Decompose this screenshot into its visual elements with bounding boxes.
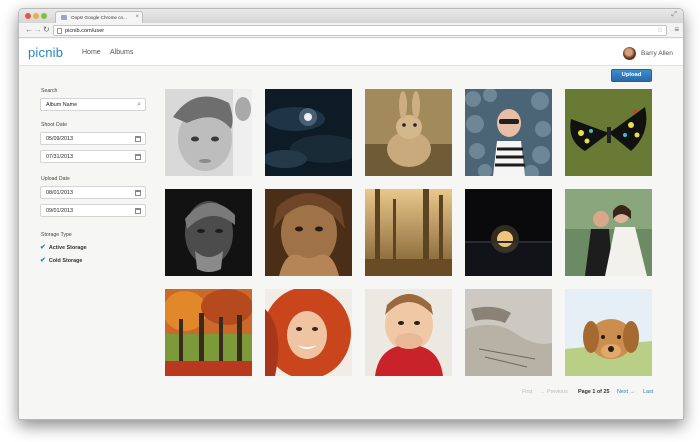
upload-date-to-value: 09/01/2013 bbox=[46, 208, 73, 214]
old-man-image bbox=[165, 189, 252, 276]
child-portrait-image bbox=[165, 89, 252, 176]
wedding-image bbox=[565, 189, 652, 276]
forward-arrow-icon[interactable]: → bbox=[34, 25, 42, 35]
photo-laughing-boy[interactable] bbox=[365, 289, 452, 376]
picnib-logo[interactable]: picnib bbox=[28, 45, 63, 60]
nav-home-link[interactable]: Home bbox=[82, 49, 101, 56]
autumn-trees-image bbox=[165, 289, 252, 376]
fullscreen-icon[interactable]: ⤢ bbox=[671, 11, 677, 19]
photo-old-woman-hands[interactable] bbox=[265, 189, 352, 276]
photo-hand-sketch[interactable] bbox=[465, 289, 552, 376]
active-storage-checkbox[interactable]: ✔ Active Storage bbox=[40, 243, 87, 251]
favicon-icon bbox=[61, 15, 67, 20]
checkmark-icon: ✔ bbox=[40, 244, 46, 251]
photo-red-hair-woman[interactable] bbox=[265, 289, 352, 376]
upload-date-label: Upload Date bbox=[41, 176, 70, 182]
upload-date-from-value: 08/01/2013 bbox=[46, 190, 73, 196]
cold-storage-checkbox[interactable]: ✔ Cold Storage bbox=[40, 256, 82, 264]
page-icon bbox=[57, 28, 62, 34]
photo-moon-lake[interactable] bbox=[465, 189, 552, 276]
storage-type-label: Storage Type bbox=[41, 232, 72, 238]
photo-moon-clouds[interactable] bbox=[265, 89, 352, 176]
browser-tab[interactable]: Oops! Google Chrome co... × bbox=[55, 11, 143, 23]
avatar[interactable] bbox=[623, 47, 636, 60]
photo-puppy[interactable] bbox=[565, 289, 652, 376]
browser-window: Oops! Google Chrome co... × ⤢ ← → ↻ picn… bbox=[18, 8, 684, 420]
calendar-icon[interactable] bbox=[135, 154, 141, 160]
photo-woman-stones[interactable] bbox=[465, 89, 552, 176]
cold-storage-label: Cold Storage bbox=[48, 258, 83, 264]
user-name[interactable]: Barry Allen bbox=[641, 50, 673, 57]
rabbit-image bbox=[365, 89, 452, 176]
laughing-boy-image bbox=[365, 289, 452, 376]
bookmark-star-icon[interactable]: ☆ bbox=[657, 26, 663, 36]
pagination-last[interactable]: Last bbox=[643, 389, 653, 395]
search-value: Album Name bbox=[46, 102, 78, 108]
photo-wedding-couple[interactable] bbox=[565, 189, 652, 276]
calendar-icon[interactable] bbox=[135, 208, 141, 214]
shoot-date-from-value: 05/09/2013 bbox=[46, 136, 73, 142]
browser-menu-icon[interactable]: ≡ bbox=[674, 25, 679, 35]
photo-old-man-bw[interactable] bbox=[165, 189, 252, 276]
close-window-button[interactable] bbox=[25, 13, 31, 19]
calendar-icon[interactable] bbox=[135, 136, 141, 142]
tab-close-icon[interactable]: × bbox=[135, 12, 139, 23]
photo-butterfly[interactable] bbox=[565, 89, 652, 176]
active-storage-label: Active Storage bbox=[48, 245, 87, 251]
search-input[interactable]: Album Name ⌕ bbox=[40, 98, 146, 111]
back-arrow-icon[interactable]: ← bbox=[25, 25, 33, 35]
shoot-date-to-value: 07/31/2013 bbox=[46, 154, 73, 160]
shoot-date-label: Shoot Date bbox=[41, 122, 67, 128]
browser-toolbar: ← → ↻ picnib.com/user ☆ ≡ bbox=[19, 23, 683, 38]
upload-date-to-field[interactable]: 09/01/2013 bbox=[40, 204, 146, 217]
upload-date-from-field[interactable]: 08/01/2013 bbox=[40, 186, 146, 199]
title-bar: Oops! Google Chrome co... × ⤢ bbox=[19, 9, 683, 23]
pagination-previous[interactable]: ← Previous bbox=[540, 389, 568, 395]
woman-stones-image bbox=[465, 89, 552, 176]
pagination-page-info: Page 1 of 25 bbox=[578, 389, 610, 395]
moon-clouds-image bbox=[265, 89, 352, 176]
zoom-window-button[interactable] bbox=[41, 13, 47, 19]
hand-sketch-image bbox=[465, 289, 552, 376]
search-label: Search bbox=[41, 88, 58, 94]
shoot-date-from-field[interactable]: 05/09/2013 bbox=[40, 132, 146, 145]
puppy-image bbox=[565, 289, 652, 376]
search-icon[interactable]: ⌕ bbox=[137, 99, 141, 111]
shoot-date-to-field[interactable]: 07/31/2013 bbox=[40, 150, 146, 163]
photo-foggy-forest[interactable] bbox=[365, 189, 452, 276]
butterfly-image bbox=[565, 89, 652, 176]
old-woman-image bbox=[265, 189, 352, 276]
minimize-window-button[interactable] bbox=[33, 13, 39, 19]
pagination-first[interactable]: First bbox=[522, 389, 532, 395]
url-text: picnib.com/user bbox=[65, 28, 105, 34]
address-bar[interactable]: picnib.com/user ☆ bbox=[53, 25, 667, 36]
foggy-forest-image bbox=[365, 189, 452, 276]
checkmark-icon: ✔ bbox=[40, 257, 46, 264]
photo-autumn-trees[interactable] bbox=[165, 289, 252, 376]
app-header: picnib Home Albums Barry Allen bbox=[19, 39, 683, 66]
pagination-next[interactable]: Next → bbox=[617, 389, 635, 395]
photo-child-bw[interactable] bbox=[165, 89, 252, 176]
upload-button[interactable]: Upload bbox=[611, 69, 652, 82]
tab-title: Oops! Google Chrome co... bbox=[71, 15, 127, 20]
nav-albums-link[interactable]: Albums bbox=[110, 49, 133, 56]
filter-sidebar: Search Album Name ⌕ Shoot Date 05/09/201… bbox=[19, 66, 159, 419]
photo-rabbit[interactable] bbox=[365, 89, 452, 176]
reload-icon[interactable]: ↻ bbox=[43, 25, 50, 35]
calendar-icon[interactable] bbox=[135, 190, 141, 196]
red-hair-woman-image bbox=[265, 289, 352, 376]
moon-lake-image bbox=[465, 189, 552, 276]
